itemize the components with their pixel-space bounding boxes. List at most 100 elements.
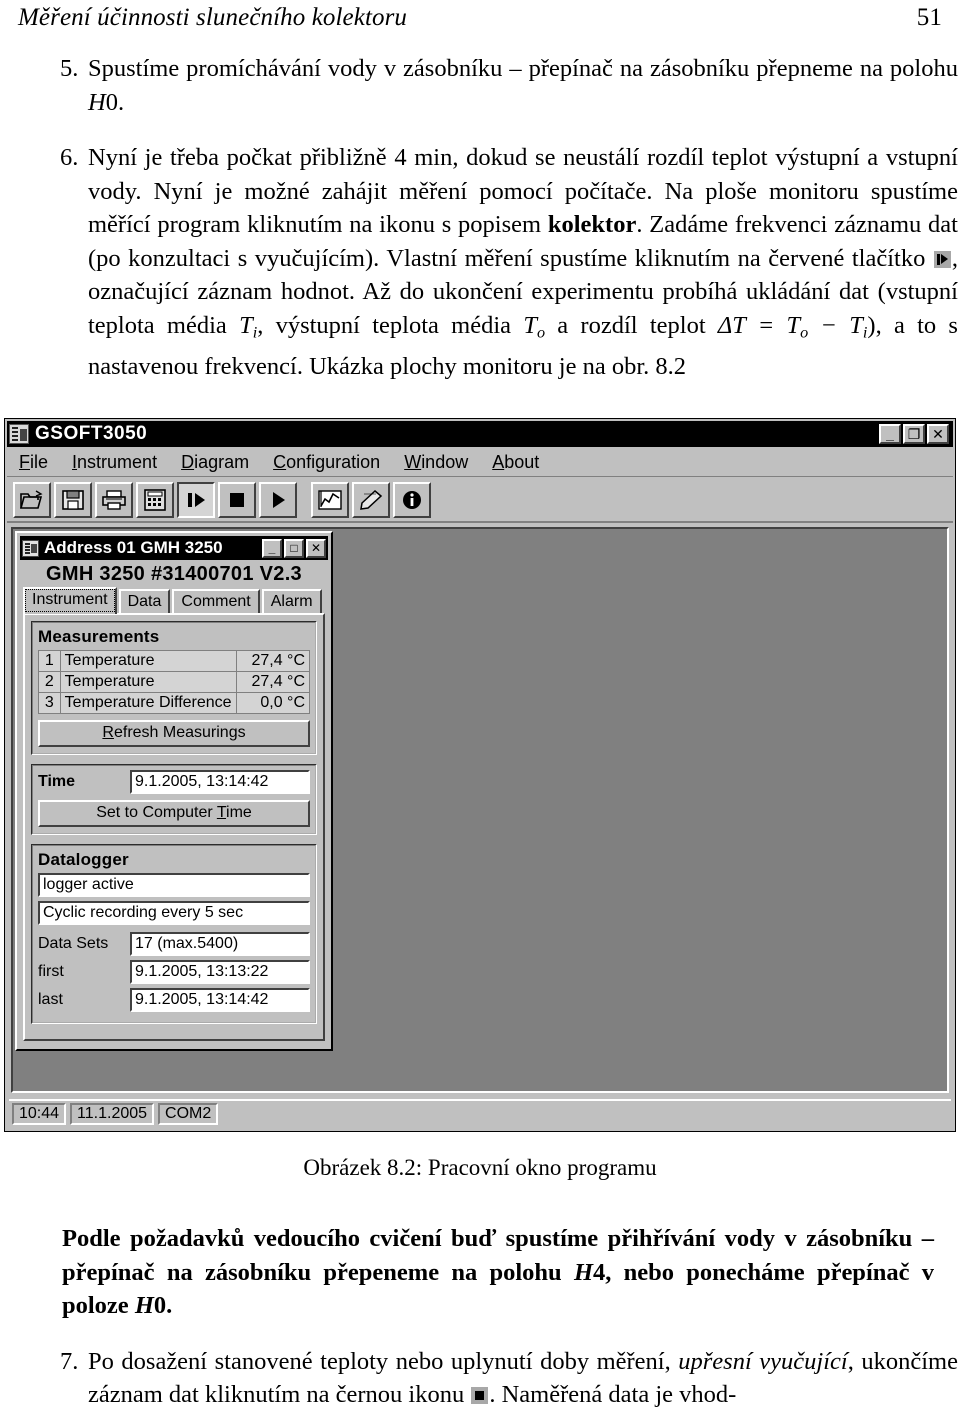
refresh-measurings-button[interactable]: Refresh Measurings (38, 720, 310, 747)
measurement-value: 0,0 °C (235, 692, 311, 714)
edit-comment-icon[interactable] (352, 482, 390, 518)
list-item-5: 5. Spustíme promíchávání vody v zásobník… (0, 52, 958, 119)
set-to-computer-time-button[interactable]: Set to Computer Time (38, 800, 310, 827)
program-name-keyword: kolektor (547, 211, 637, 238)
measurements-title: Measurements (38, 627, 160, 646)
time-row: Time 9.1.2005, 13:14:42 (38, 770, 310, 794)
page-number: 51 (916, 4, 942, 31)
close-button[interactable]: ✕ (927, 424, 949, 444)
last-record-row: last 9.1.2005, 13:14:42 (38, 988, 310, 1012)
measurement-value: 27,4 °C (235, 650, 311, 672)
info-icon[interactable] (393, 482, 431, 518)
datalogger-title: Datalogger (38, 850, 129, 869)
figure-screenshot: GSOFT3050 _ ❐ ✕ File Instrument Diagram … (4, 418, 956, 1132)
open-file-icon[interactable] (13, 482, 51, 518)
measurement-value: 27,4 °C (235, 671, 311, 693)
statusbar: 10:44 11.1.2005 COM2 (9, 1099, 951, 1127)
measurement-name: Temperature (59, 650, 237, 672)
close-button[interactable]: ✕ (306, 538, 326, 558)
status-time: 10:44 (12, 1103, 67, 1125)
toolbar (7, 479, 953, 523)
list-item-number: 5. (60, 55, 79, 82)
logger-status-field: logger active (38, 873, 310, 897)
menubar: File Instrument Diagram Configuration Wi… (7, 449, 953, 477)
logger-mode-field: Cyclic recording every 5 sec (38, 901, 310, 925)
teacher-note-italic: upřesní vyučující (678, 1347, 848, 1375)
minimize-button[interactable]: _ (262, 538, 282, 558)
time-label: Time (38, 773, 76, 790)
running-head-title: Měření účinnosti slunečního kolektoru (18, 4, 408, 31)
stop-icon[interactable] (218, 482, 256, 518)
tab-instrument[interactable]: Instrument (23, 587, 117, 614)
menu-about[interactable]: About (480, 452, 551, 473)
window-title: GSOFT3050 (35, 423, 148, 444)
status-date: 11.1.2005 (70, 1103, 155, 1125)
child-window-address-01: Address 01 GMH 3250 _ □ ✕ GMH 3250 #3140… (15, 531, 333, 1051)
data-sets-label: Data Sets (38, 935, 109, 952)
minimize-button[interactable]: _ (879, 424, 901, 444)
list-item-text: Po dosažení stanovené teploty nebo uplyn… (88, 1347, 958, 1409)
measurements-table: 1 Temperature 27,4 °C 2 Temperature 27,4… (38, 650, 311, 714)
figure-caption: Obrázek 8.2: Pracovní okno programu (303, 1155, 657, 1180)
child-window-title: Address 01 GMH 3250 (44, 538, 223, 557)
after-figure-text: Podle požadavků vedoucího cvičení buď sp… (0, 1222, 960, 1412)
table-row: 2 Temperature 27,4 °C (38, 671, 311, 693)
stop-icon (471, 1387, 489, 1404)
menu-instrument[interactable]: Instrument (60, 452, 169, 473)
device-identification: GMH 3250 #31400701 V2.3 (46, 563, 302, 585)
mdi-client-area: Address 01 GMH 3250 _ □ ✕ GMH 3250 #3140… (11, 527, 949, 1093)
tabstrip: Instrument Data Comment Alarm (23, 587, 325, 614)
menu-configuration[interactable]: Configuration (261, 452, 392, 473)
restore-button[interactable]: ❐ (903, 424, 925, 444)
maximize-button[interactable]: □ (284, 538, 304, 558)
first-record-label: first (38, 963, 64, 980)
list-item-text: Nyní je třeba počkat přibližně 4 min, do… (88, 144, 958, 380)
running-head: Měření účinnosti slunečního kolektoru 51 (18, 4, 942, 32)
list-item-text: Spustíme promíchávání vody v zásobníku –… (88, 55, 958, 116)
last-record-label: last (38, 991, 63, 1008)
save-file-icon[interactable] (54, 482, 92, 518)
measurements-group: Measurements 1 Temperature 27,4 °C 2 Tem… (31, 621, 317, 755)
tab-data[interactable]: Data (118, 589, 171, 614)
application-icon (9, 424, 29, 444)
time-value-field[interactable]: 9.1.2005, 13:14:42 (130, 770, 310, 794)
device-icon (22, 539, 39, 557)
measurement-index: 3 (38, 692, 61, 714)
tab-page-instrument: Measurements 1 Temperature 27,4 °C 2 Tem… (23, 613, 325, 1041)
measurement-index: 2 (38, 671, 61, 693)
measurement-index: 1 (38, 650, 61, 672)
record-start-icon[interactable] (177, 482, 215, 518)
measurement-name: Temperature (59, 671, 237, 693)
first-record-row: first 9.1.2005, 13:13:22 (38, 960, 310, 984)
table-row: 3 Temperature Difference 0,0 °C (38, 692, 311, 714)
time-group: Time 9.1.2005, 13:14:42 Set to Computer … (31, 764, 317, 835)
tab-alarm[interactable]: Alarm (261, 589, 322, 614)
calculator-icon[interactable] (136, 482, 174, 518)
switch-position-h: H (88, 88, 106, 116)
menu-diagram[interactable]: Diagram (169, 452, 261, 473)
table-row: 1 Temperature 27,4 °C (38, 650, 311, 672)
child-window-titlebar: Address 01 GMH 3250 _ □ ✕ (20, 536, 328, 560)
datalogger-group: Datalogger logger active Cyclic recordin… (31, 844, 317, 1024)
menu-file[interactable]: File (7, 452, 60, 473)
record-start-icon (933, 250, 951, 268)
list-item-7: 7. Po dosažení stanovené teploty nebo up… (0, 1345, 958, 1412)
application-window: GSOFT3050 _ ❐ ✕ File Instrument Diagram … (4, 418, 956, 1132)
print-icon[interactable] (95, 482, 133, 518)
child-window-controls: _ □ ✕ (262, 538, 326, 558)
menu-window[interactable]: Window (392, 452, 480, 473)
list-item-number: 6. (60, 144, 79, 171)
tab-comment[interactable]: Comment (172, 589, 260, 614)
window-titlebar: GSOFT3050 _ ❐ ✕ (7, 421, 953, 447)
list-item-6: 6. Nyní je třeba počkat přibližně 4 min,… (0, 141, 958, 383)
chart-icon[interactable] (311, 482, 349, 518)
document-body: 5. Spustíme promíchávání vody v zásobník… (0, 52, 960, 383)
first-record-value: 9.1.2005, 13:13:22 (130, 960, 310, 984)
play-icon[interactable] (259, 482, 297, 518)
measurement-name: Temperature Difference (59, 692, 237, 714)
paragraph-bold-instruction: Podle požadavků vedoucího cvičení buď sp… (62, 1225, 935, 1319)
data-sets-row: Data Sets 17 (max.5400) (38, 932, 310, 956)
status-port: COM2 (158, 1103, 219, 1125)
window-controls: _ ❐ ✕ (879, 424, 951, 444)
list-item-number: 7. (60, 1347, 79, 1375)
